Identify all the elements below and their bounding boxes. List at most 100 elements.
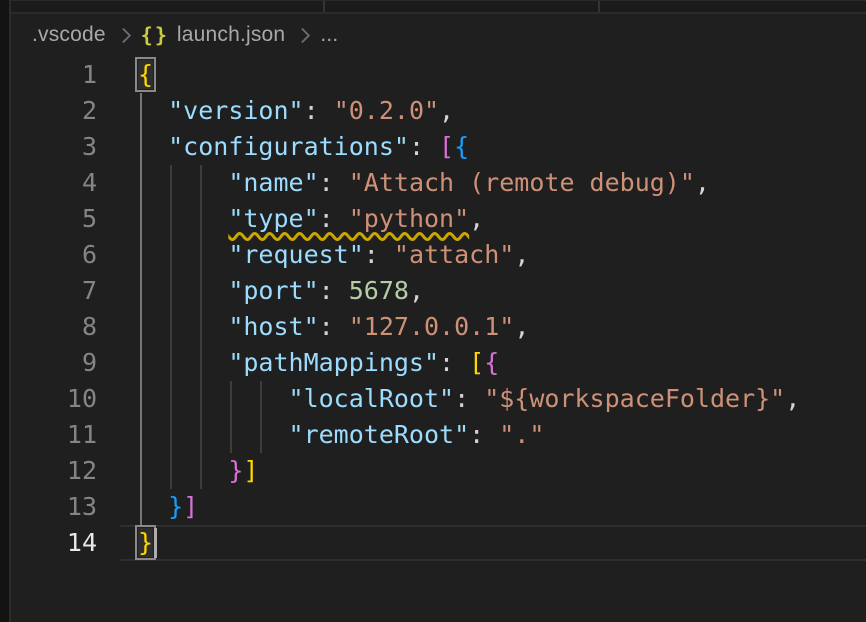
token-pun: :	[319, 168, 349, 197]
token-str: "0.2.0"	[334, 96, 439, 125]
token-ws	[138, 348, 228, 377]
token-key: "localRoot"	[289, 384, 455, 413]
line-number[interactable]: 3	[11, 129, 97, 165]
token-b3: {	[454, 132, 469, 161]
code-line-content[interactable]: "name": "Attach (remote debug)",	[97, 165, 866, 201]
token-key: "name"	[228, 168, 318, 197]
code-line-content[interactable]: {	[97, 57, 866, 93]
token-pun: ,	[514, 312, 529, 341]
code-line-content[interactable]: }	[97, 525, 866, 561]
token-str: "127.0.0.1"	[349, 312, 515, 341]
token-ws	[138, 492, 168, 521]
token-ws	[138, 312, 228, 341]
line-number[interactable]: 1	[11, 57, 97, 93]
code-line-content[interactable]: "remoteRoot": "."	[97, 417, 866, 453]
code-line: 11 "remoteRoot": "."	[11, 417, 866, 453]
code-line-content[interactable]: "type": "python",	[97, 201, 866, 237]
token-pun: :	[454, 384, 484, 413]
token-pun: :	[304, 96, 334, 125]
code-line-content[interactable]: "port": 5678,	[97, 273, 866, 309]
token-pun: ,	[514, 240, 529, 269]
token-ws	[138, 96, 168, 125]
editor-empty-area[interactable]	[11, 561, 866, 622]
line-number[interactable]: 13	[11, 489, 97, 525]
token-ws	[138, 204, 228, 233]
token-key: "host"	[228, 312, 318, 341]
token-ws	[138, 384, 289, 413]
code-line: 1{	[11, 57, 866, 93]
code-line: 13 }]	[11, 489, 866, 525]
token-pun: :	[319, 312, 349, 341]
code-line-content[interactable]: "version": "0.2.0",	[97, 93, 866, 129]
breadcrumb-label: launch.json	[177, 23, 285, 47]
code-line: 12 }]	[11, 453, 866, 489]
token-pun: :	[409, 132, 439, 161]
line-number[interactable]: 4	[11, 165, 97, 201]
json-braces-icon: {}	[141, 25, 169, 45]
code-line: 8 "host": "127.0.0.1",	[11, 309, 866, 345]
token-str: "."	[499, 420, 544, 449]
token-b1: [	[469, 348, 484, 377]
token-ws	[138, 456, 228, 485]
code-line-content[interactable]: "request": "attach",	[97, 237, 866, 273]
line-number[interactable]: 7	[11, 273, 97, 309]
code-line-content[interactable]: "configurations": [{	[97, 129, 866, 165]
token-pun: :	[364, 240, 394, 269]
code-line-content[interactable]: "pathMappings": [{	[97, 345, 866, 381]
line-number[interactable]: 5	[11, 201, 97, 237]
token-b2: [	[439, 132, 454, 161]
token-pun: ,	[469, 204, 484, 233]
breadcrumb-item-vscode[interactable]: .vscode	[32, 23, 106, 47]
token-pun: :	[439, 348, 469, 377]
token-pun: ,	[409, 276, 424, 305]
sidebar-edge-rail	[0, 0, 11, 622]
code-line: 4 "name": "Attach (remote debug)",	[11, 165, 866, 201]
code-line: 2 "version": "0.2.0",	[11, 93, 866, 129]
line-number[interactable]: 12	[11, 453, 97, 489]
code-line-content[interactable]: }]	[97, 453, 866, 489]
token-key: "type"	[228, 204, 318, 233]
code-line: 14}	[11, 525, 866, 561]
token-pun: :	[319, 276, 349, 305]
token-key: "port"	[228, 276, 318, 305]
line-number[interactable]: 11	[11, 417, 97, 453]
token-b2: }	[228, 456, 243, 485]
line-number[interactable]: 9	[11, 345, 97, 381]
token-ws	[138, 168, 228, 197]
token-pun: ,	[695, 168, 710, 197]
token-key: "remoteRoot"	[289, 420, 470, 449]
line-number[interactable]: 14	[11, 525, 97, 561]
line-number[interactable]: 6	[11, 237, 97, 273]
breadcrumb-item-[interactable]: ...	[320, 23, 338, 47]
code-line: 7 "port": 5678,	[11, 273, 866, 309]
token-key: "configurations"	[168, 132, 409, 161]
breadcrumb-label: .vscode	[32, 23, 106, 47]
chevron-right-icon	[116, 27, 132, 43]
tab-separator	[323, 1, 325, 12]
code-line: 9 "pathMappings": [{	[11, 345, 866, 381]
warning-squiggle-span: "type": "python"	[228, 204, 469, 233]
token-b2: {	[484, 348, 499, 377]
token-pun: :	[469, 420, 499, 449]
token-ws	[138, 276, 228, 305]
breadcrumb-label: ...	[320, 23, 338, 47]
chevron-right-icon	[295, 27, 311, 43]
code-line: 10 "localRoot": "${workspaceFolder}",	[11, 381, 866, 417]
line-number[interactable]: 2	[11, 93, 97, 129]
breadcrumb-bar: .vscode {} launch.json...	[11, 13, 866, 57]
token-key: "pathMappings"	[228, 348, 439, 377]
tab-bar[interactable]	[11, 0, 866, 14]
code-line-content[interactable]: }]	[97, 489, 866, 525]
line-number[interactable]: 10	[11, 381, 97, 417]
token-str: "${workspaceFolder}"	[484, 384, 785, 413]
token-str: "attach"	[394, 240, 514, 269]
line-number[interactable]: 8	[11, 309, 97, 345]
editor: 1{2 "version": "0.2.0",3 "configurations…	[11, 57, 866, 561]
token-ws	[138, 240, 228, 269]
token-b1: {	[138, 60, 153, 89]
code-line-content[interactable]: "host": "127.0.0.1",	[97, 309, 866, 345]
tab-separator	[598, 1, 600, 12]
code-line-content[interactable]: "localRoot": "${workspaceFolder}",	[97, 381, 866, 417]
code-line: 6 "request": "attach",	[11, 237, 866, 273]
breadcrumb-item-launchjson[interactable]: {} launch.json	[141, 23, 286, 47]
